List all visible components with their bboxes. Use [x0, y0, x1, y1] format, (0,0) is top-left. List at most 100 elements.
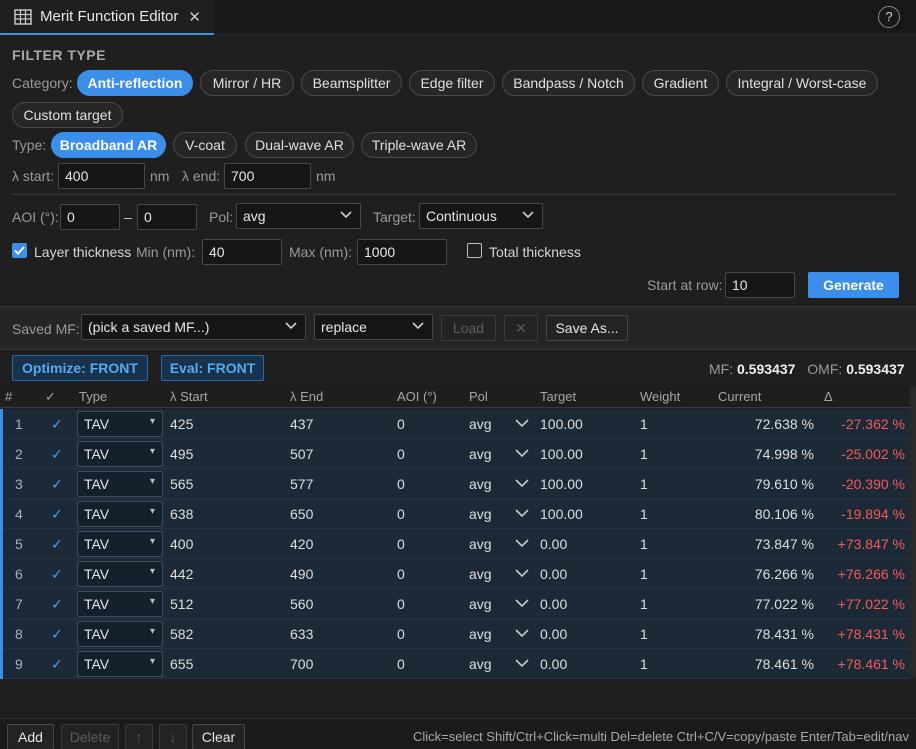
- saved-mf-mode-select[interactable]: replace: [314, 314, 433, 340]
- cell-type-select[interactable]: TAV ▾: [77, 561, 163, 587]
- cell-pol[interactable]: avg: [469, 476, 492, 492]
- target-select[interactable]: Continuous: [419, 203, 543, 229]
- cell-type-select[interactable]: TAV ▾: [77, 501, 163, 527]
- cell-lambda-end[interactable]: 700: [290, 656, 313, 672]
- category-pill-beamsplitter[interactable]: Beamsplitter: [301, 70, 402, 96]
- cell-aoi[interactable]: 0: [397, 536, 405, 552]
- category-pill-custom-target[interactable]: Custom target: [12, 102, 123, 128]
- cell-target[interactable]: 0.00: [540, 656, 567, 672]
- cell-lambda-start[interactable]: 442: [170, 566, 193, 582]
- total-thickness-checkbox[interactable]: [467, 243, 482, 258]
- cell-lambda-end[interactable]: 577: [290, 476, 313, 492]
- cell-weight[interactable]: 1: [640, 566, 648, 582]
- close-icon[interactable]: ✕: [188, 8, 201, 26]
- type-pill-dual-wave-ar[interactable]: Dual-wave AR: [245, 132, 354, 158]
- cell-weight[interactable]: 1: [640, 656, 648, 672]
- cell-lambda-start[interactable]: 425: [170, 416, 193, 432]
- cell-pol[interactable]: avg: [469, 626, 492, 642]
- cell-lambda-end[interactable]: 507: [290, 446, 313, 462]
- row-check-icon[interactable]: ✓: [51, 416, 63, 433]
- cell-aoi[interactable]: 0: [397, 476, 405, 492]
- column-header-enabled[interactable]: ✓: [45, 389, 56, 405]
- column-header-lambda-start[interactable]: λ Start: [170, 389, 208, 404]
- category-pill-mirror-hr[interactable]: Mirror / HR: [200, 70, 294, 96]
- pol-chevron-down-icon[interactable]: [515, 507, 529, 519]
- cell-target[interactable]: 0.00: [540, 566, 567, 582]
- table-row[interactable]: 6 ✓ 442 490 0 avg 0.00 1 TAV ▾ 76.266 % +76.266 %: [0, 559, 910, 589]
- cell-weight[interactable]: 1: [640, 476, 648, 492]
- table-row[interactable]: 2 ✓ 495 507 0 avg 100.00 1 TAV ▾ 74.998 % -25.002 %: [0, 439, 910, 469]
- cell-target[interactable]: 0.00: [540, 626, 567, 642]
- add-row-button[interactable]: Add: [7, 724, 54, 749]
- cell-type-select[interactable]: TAV ▾: [77, 471, 163, 497]
- pol-chevron-down-icon[interactable]: [515, 477, 529, 489]
- cell-pol[interactable]: avg: [469, 656, 492, 672]
- cell-aoi[interactable]: 0: [397, 446, 405, 462]
- pol-chevron-down-icon[interactable]: [515, 417, 529, 429]
- row-check-icon[interactable]: ✓: [51, 626, 63, 643]
- column-header-pol[interactable]: Pol: [469, 389, 488, 404]
- cell-lambda-end[interactable]: 420: [290, 536, 313, 552]
- generate-button[interactable]: Generate: [808, 272, 899, 298]
- row-check-icon[interactable]: ✓: [51, 656, 63, 673]
- cell-type-select[interactable]: TAV ▾: [77, 591, 163, 617]
- cell-aoi[interactable]: 0: [397, 626, 405, 642]
- cell-pol[interactable]: avg: [469, 446, 492, 462]
- type-pill-triple-wave-ar[interactable]: Triple-wave AR: [361, 132, 477, 158]
- cell-weight[interactable]: 1: [640, 626, 648, 642]
- cell-target[interactable]: 100.00: [540, 446, 583, 462]
- save-as-button[interactable]: Save As...: [546, 315, 628, 341]
- column-header-index[interactable]: #: [5, 389, 12, 404]
- table-row[interactable]: 1 ✓ 425 437 0 avg 100.00 1 TAV ▾ 72.638 % -27.362 %: [0, 409, 910, 439]
- row-check-icon[interactable]: ✓: [51, 446, 63, 463]
- row-check-icon[interactable]: ✓: [51, 596, 63, 613]
- cell-lambda-start[interactable]: 512: [170, 596, 193, 612]
- cell-lambda-start[interactable]: 638: [170, 506, 193, 522]
- cell-lambda-start[interactable]: 400: [170, 536, 193, 552]
- pol-chevron-down-icon[interactable]: [515, 447, 529, 459]
- eval-front-button[interactable]: Eval: FRONT: [161, 355, 264, 381]
- column-header-delta[interactable]: Δ: [824, 389, 833, 404]
- category-pill-integral-worst-case[interactable]: Integral / Worst-case: [726, 70, 878, 96]
- table-scrollbar[interactable]: [910, 386, 916, 678]
- table-row[interactable]: 4 ✓ 638 650 0 avg 100.00 1 TAV ▾ 80.106 % -19.894 %: [0, 499, 910, 529]
- move-down-button[interactable]: ↓: [159, 724, 187, 749]
- category-pill-anti-reflection[interactable]: Anti-reflection: [77, 70, 193, 96]
- cell-lambda-end[interactable]: 650: [290, 506, 313, 522]
- cell-lambda-start[interactable]: 495: [170, 446, 193, 462]
- cell-pol[interactable]: avg: [469, 506, 492, 522]
- cell-type-select[interactable]: TAV ▾: [77, 531, 163, 557]
- cell-weight[interactable]: 1: [640, 446, 648, 462]
- optimize-front-button[interactable]: Optimize: FRONT: [12, 355, 148, 381]
- cell-lambda-end[interactable]: 633: [290, 626, 313, 642]
- cell-type-select[interactable]: TAV ▾: [77, 621, 163, 647]
- category-pill-edge-filter[interactable]: Edge filter: [409, 70, 495, 96]
- row-check-icon[interactable]: ✓: [51, 476, 63, 493]
- delete-saved-icon[interactable]: ✕: [504, 315, 538, 341]
- pol-chevron-down-icon[interactable]: [515, 597, 529, 609]
- clear-button[interactable]: Clear: [192, 724, 245, 749]
- pol-chevron-down-icon[interactable]: [515, 567, 529, 579]
- cell-target[interactable]: 100.00: [540, 476, 583, 492]
- column-header-type[interactable]: Type: [79, 389, 107, 404]
- column-header-current[interactable]: Current: [718, 389, 761, 404]
- column-header-aoi[interactable]: AOI (°): [397, 389, 437, 404]
- cell-lambda-start[interactable]: 582: [170, 626, 193, 642]
- start-row-input[interactable]: 10: [725, 272, 795, 298]
- cell-target[interactable]: 0.00: [540, 536, 567, 552]
- pol-chevron-down-icon[interactable]: [515, 537, 529, 549]
- pol-select[interactable]: avg: [236, 203, 361, 229]
- pol-chevron-down-icon[interactable]: [515, 657, 529, 669]
- category-pill-gradient[interactable]: Gradient: [642, 70, 719, 96]
- type-pill-v-coat[interactable]: V-coat: [173, 132, 237, 158]
- aoi-from-input[interactable]: 0: [60, 204, 120, 230]
- cell-weight[interactable]: 1: [640, 416, 648, 432]
- help-button[interactable]: ?: [878, 6, 900, 28]
- row-check-icon[interactable]: ✓: [51, 536, 63, 553]
- delete-row-button[interactable]: Delete: [61, 724, 119, 749]
- cell-pol[interactable]: avg: [469, 596, 492, 612]
- cell-target[interactable]: 100.00: [540, 506, 583, 522]
- column-header-target[interactable]: Target: [540, 389, 576, 404]
- pol-chevron-down-icon[interactable]: [515, 627, 529, 639]
- cell-aoi[interactable]: 0: [397, 596, 405, 612]
